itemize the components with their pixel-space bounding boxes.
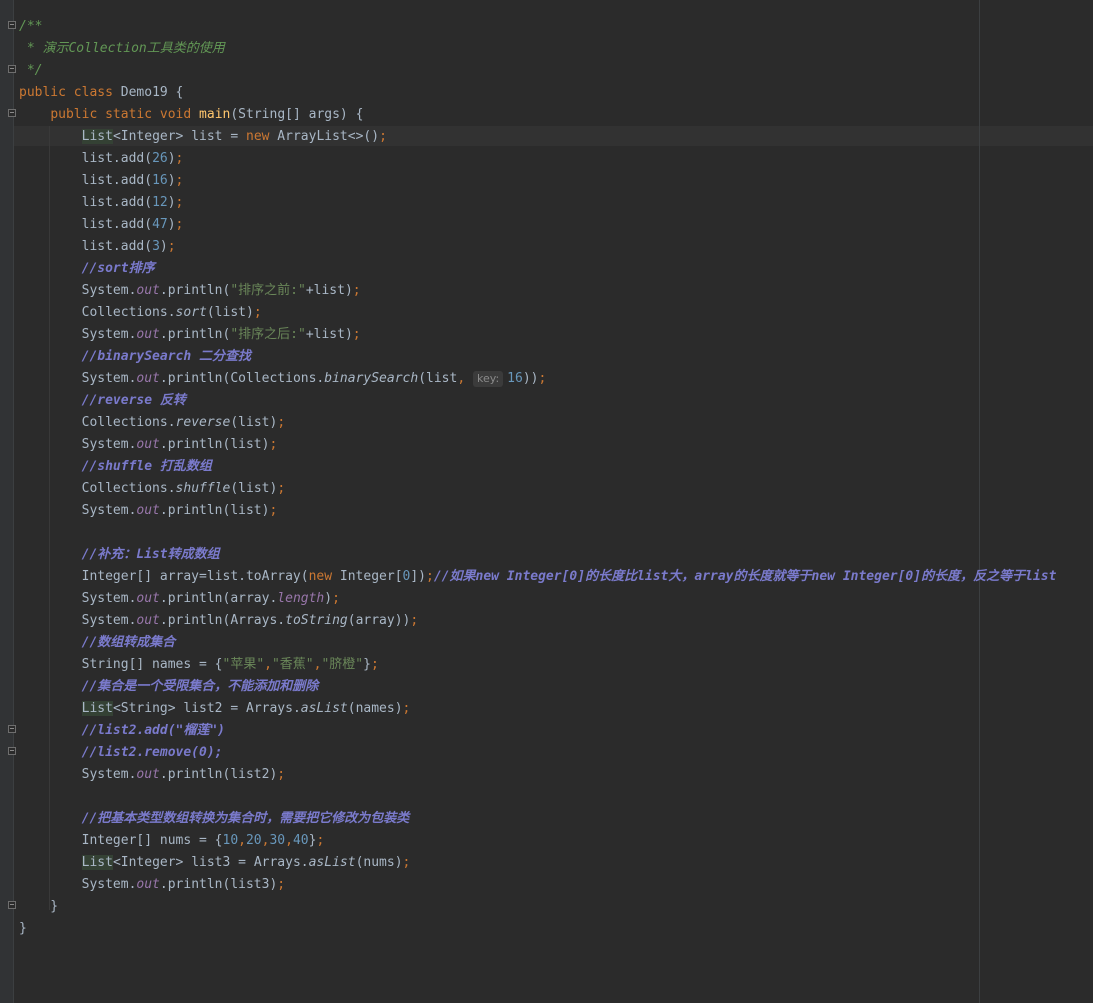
code-line[interactable]: Collections.reverse(list);: [19, 412, 1056, 434]
fold-marker-icon[interactable]: [8, 21, 16, 29]
code-line[interactable]: Collections.sort(list);: [19, 302, 1056, 324]
code-line[interactable]: //数组转成集合: [19, 632, 1056, 654]
code-line[interactable]: //binarySearch 二分查找: [19, 346, 1056, 368]
code-line[interactable]: Collections.shuffle(list);: [19, 478, 1056, 500]
fold-marker-icon[interactable]: [8, 65, 16, 73]
code-line[interactable]: list.add(12);: [19, 192, 1056, 214]
code-line[interactable]: System.out.println("排序之后:"+list);: [19, 324, 1056, 346]
code-line[interactable]: ​: [19, 786, 1056, 808]
code-line[interactable]: public class Demo19 {: [19, 82, 1056, 104]
code-line[interactable]: }: [19, 918, 1056, 940]
code-line[interactable]: //reverse 反转: [19, 390, 1056, 412]
code-line[interactable]: System.out.println(list);: [19, 434, 1056, 456]
code-line[interactable]: List<Integer> list = new ArrayList<>();: [19, 126, 1056, 148]
code-line[interactable]: //补充：List转成数组: [19, 544, 1056, 566]
code-line[interactable]: Integer[] nums = {10,20,30,40};: [19, 830, 1056, 852]
code-line[interactable]: ​: [19, 522, 1056, 544]
code-line[interactable]: List<Integer> list3 = Arrays.asList(nums…: [19, 852, 1056, 874]
fold-marker-icon[interactable]: [8, 109, 16, 117]
code-line[interactable]: System.out.println(list);: [19, 500, 1056, 522]
code-line[interactable]: */: [19, 60, 1056, 82]
code-line[interactable]: list.add(3);: [19, 236, 1056, 258]
code-line[interactable]: System.out.println(Collections.binarySea…: [19, 368, 1056, 390]
code-line[interactable]: * 演示Collection工具类的使用: [19, 38, 1056, 60]
code-line[interactable]: List<String> list2 = Arrays.asList(names…: [19, 698, 1056, 720]
code-line[interactable]: System.out.println("排序之前:"+list);: [19, 280, 1056, 302]
code-line[interactable]: String[] names = {"苹果","香蕉","脐橙"};: [19, 654, 1056, 676]
code-line[interactable]: System.out.println(list2);: [19, 764, 1056, 786]
code-line[interactable]: list.add(26);: [19, 148, 1056, 170]
code-line[interactable]: //把基本类型数组转换为集合时，需要把它修改为包装类: [19, 808, 1056, 830]
code-area[interactable]: /** * 演示Collection工具类的使用 */public class …: [19, 16, 1056, 940]
code-line[interactable]: }: [19, 896, 1056, 918]
code-line[interactable]: Integer[] array=list.toArray(new Integer…: [19, 566, 1057, 588]
code-line[interactable]: list.add(16);: [19, 170, 1056, 192]
code-line[interactable]: //集合是一个受限集合，不能添加和删除: [19, 676, 1056, 698]
code-line[interactable]: //shuffle 打乱数组: [19, 456, 1056, 478]
fold-marker-icon[interactable]: [8, 747, 16, 755]
code-line[interactable]: //list2.remove(0);: [19, 742, 1056, 764]
code-line[interactable]: //list2.add("榴莲"): [19, 720, 1056, 742]
code-editor[interactable]: /** * 演示Collection工具类的使用 */public class …: [0, 0, 1093, 1003]
parameter-hint: key:: [472, 371, 504, 387]
code-line[interactable]: System.out.println(list3);: [19, 874, 1056, 896]
code-line[interactable]: public static void main(String[] args) {: [19, 104, 1056, 126]
code-line[interactable]: //sort排序: [19, 258, 1056, 280]
code-line[interactable]: list.add(47);: [19, 214, 1056, 236]
fold-marker-icon[interactable]: [8, 901, 16, 909]
editor-gutter: [0, 0, 14, 1003]
fold-marker-icon[interactable]: [8, 725, 16, 733]
code-line[interactable]: System.out.println(Arrays.toString(array…: [19, 610, 1056, 632]
code-line[interactable]: /**: [19, 16, 1056, 38]
code-line[interactable]: System.out.println(array.length);: [19, 588, 1056, 610]
